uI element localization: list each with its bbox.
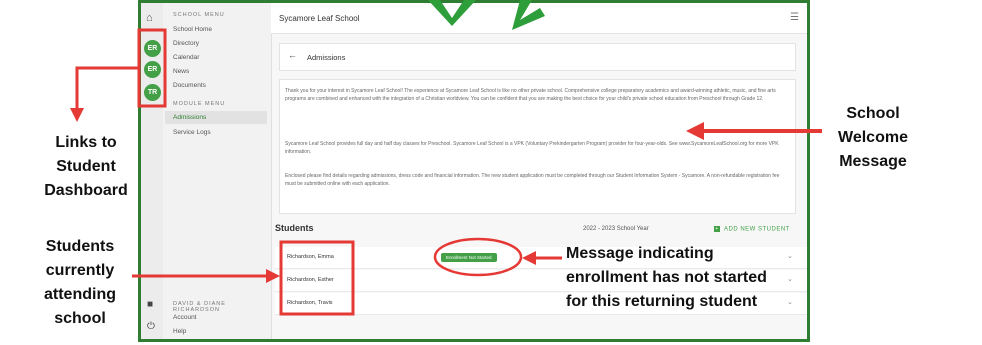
annotation-line: Welcome	[838, 129, 908, 146]
student-avatar-2[interactable]: ER	[144, 61, 161, 78]
top-bar: Sycamore Leaf School ☰	[271, 3, 807, 34]
student-name: Richardson, Esther	[287, 277, 334, 283]
welcome-paragraph-3: Enclosed please find details regarding a…	[285, 173, 780, 187]
dashboard-arrowhead	[70, 108, 84, 122]
school-year-label: 2022 - 2023 School Year	[583, 226, 649, 232]
annotation-line: enrollment has not started	[566, 269, 767, 286]
home-icon[interactable]: ⌂	[146, 12, 153, 24]
annotation-welcome-message: School Welcome Message	[818, 102, 928, 174]
sidebar-item-help[interactable]: Help	[173, 328, 186, 335]
annotation-enrollment-message: Message indicating enrollment has not st…	[566, 242, 806, 314]
page-title: Admissions	[307, 53, 346, 62]
annotation-line: currently	[45, 262, 115, 279]
sidebar-menu: SCHOOL MENU School Home Directory Calend…	[163, 3, 272, 339]
menu-icon[interactable]: ☰	[790, 12, 799, 23]
welcome-message-card: Thank you for your interest in Sycamore …	[279, 79, 796, 214]
school-menu-heading: SCHOOL MENU	[173, 12, 225, 18]
welcome-paragraph-1: Thank you for your interest in Sycamore …	[285, 88, 776, 102]
add-new-student-button[interactable]: + ADD NEW STUDENT	[714, 226, 790, 233]
page-header-card: ← Admissions	[279, 43, 796, 71]
annotation-line: Links to	[55, 134, 117, 151]
annotation-line: school	[54, 310, 106, 327]
back-arrow-icon[interactable]: ←	[288, 50, 297, 60]
student-avatar-3[interactable]: TR	[144, 84, 161, 101]
dashboard-arrow-line	[75, 66, 139, 112]
sidebar-item-admissions[interactable]: Admissions	[165, 111, 267, 124]
enrollment-status-badge: Enrollment Not Started	[441, 253, 497, 262]
sidebar-item-documents[interactable]: Documents	[173, 82, 206, 89]
module-menu-heading: MODULE MENU	[173, 101, 226, 107]
family-name: DAVID & DIANE RICHARDSON	[173, 301, 226, 313]
annotation-line: attending	[44, 286, 116, 303]
sidebar-item-calendar[interactable]: Calendar	[173, 54, 199, 61]
student-name: Richardson, Travis	[287, 300, 333, 306]
welcome-paragraph-2: Sycamore Leaf School provides full day a…	[285, 141, 779, 155]
annotation-line: Message	[839, 153, 907, 170]
annotation-line: Message indicating	[566, 245, 714, 262]
annotation-line: Students	[45, 238, 115, 255]
students-heading: Students	[275, 223, 314, 233]
student-name: Richardson, Emma	[287, 254, 334, 260]
add-new-student-label: ADD NEW STUDENT	[724, 226, 790, 233]
sidebar-item-service-logs[interactable]: Service Logs	[173, 129, 211, 136]
annotation-students-attending: Students currently attending school	[24, 235, 136, 331]
annotation-line: School	[846, 105, 900, 122]
add-icon: +	[714, 226, 720, 232]
sidebar-item-directory[interactable]: Directory	[173, 40, 199, 47]
sidebar-item-news[interactable]: News	[173, 68, 189, 75]
annotation-line: Student	[56, 158, 116, 175]
account-icon[interactable]: ■	[147, 299, 153, 310]
student-avatar-1[interactable]: ER	[144, 40, 161, 57]
sidebar-item-school-home[interactable]: School Home	[173, 26, 212, 33]
icon-rail: ⌂ ER ER TR ■ ⏻	[141, 3, 164, 339]
power-icon[interactable]: ⏻	[147, 321, 155, 332]
sidebar-item-account[interactable]: Account	[173, 314, 197, 321]
annotation-line: Dashboard	[44, 182, 128, 199]
school-name: Sycamore Leaf School	[279, 14, 360, 23]
annotation-links-to-dashboard: Links to Student Dashboard	[30, 131, 142, 203]
annotation-line: for this returning student	[566, 293, 758, 310]
